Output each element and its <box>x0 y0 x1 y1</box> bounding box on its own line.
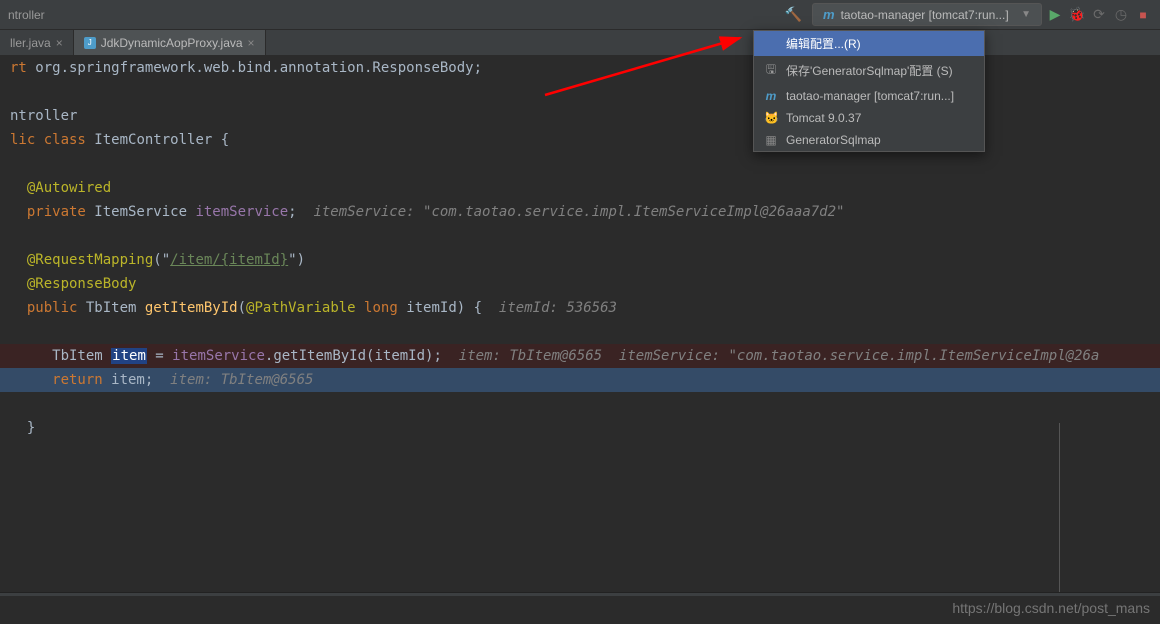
debug-icon[interactable]: 🐞 <box>1068 6 1086 23</box>
editor-tabs: ller.java × J JdkDynamicAopProxy.java × <box>0 30 1160 56</box>
maven-icon: m <box>764 89 778 103</box>
chevron-down-icon: ▼ <box>1021 9 1031 20</box>
tomcat-icon: 🐱 <box>764 111 778 125</box>
coverage-icon[interactable]: ⟳ <box>1090 6 1108 23</box>
watermark: https://blog.csdn.net/post_mans <box>952 600 1150 616</box>
java-icon: J <box>84 37 96 49</box>
menu-save-config[interactable]: 🖫 保存'GeneratorSqlmap'配置 (S) <box>754 56 984 85</box>
breadcrumb: ntroller <box>8 8 45 22</box>
menu-tomcat[interactable]: 🐱 Tomcat 9.0.37 <box>754 107 984 129</box>
run-config-dropdown[interactable]: m taotao-manager [tomcat7:run...] ▼ <box>812 3 1042 26</box>
close-icon[interactable]: × <box>56 36 63 50</box>
profile-icon[interactable]: ◷ <box>1112 6 1130 23</box>
build-icon[interactable]: 🔨 <box>785 6 802 23</box>
menu-taotao-manager[interactable]: m taotao-manager [tomcat7:run...] <box>754 85 984 107</box>
run-config-menu: 编辑配置...(R) 🖫 保存'GeneratorSqlmap'配置 (S) m… <box>753 30 985 152</box>
tab-jdkproxy[interactable]: J JdkDynamicAopProxy.java × <box>74 30 266 55</box>
code-editor[interactable]: rt org.springframework.web.bind.annotati… <box>0 56 1160 592</box>
stop-icon[interactable]: ■ <box>1134 8 1152 22</box>
save-icon: 🖫 <box>764 60 778 81</box>
run-icon[interactable]: ▶ <box>1046 6 1064 23</box>
toolbar-actions: 🔨 m taotao-manager [tomcat7:run...] ▼ ▶ … <box>785 3 1152 26</box>
run-config-label: taotao-manager [tomcat7:run...] <box>841 8 1009 22</box>
tab-controller[interactable]: ller.java × <box>0 30 74 55</box>
close-icon[interactable]: × <box>248 36 255 50</box>
app-icon: ▦ <box>764 133 778 147</box>
column-guide <box>1059 423 1060 592</box>
maven-icon: m <box>823 7 835 22</box>
main-toolbar: ntroller 🔨 m taotao-manager [tomcat7:run… <box>0 0 1160 30</box>
status-bar <box>0 592 1160 596</box>
menu-edit-config[interactable]: 编辑配置...(R) <box>754 31 984 56</box>
menu-generator[interactable]: ▦ GeneratorSqlmap <box>754 129 984 151</box>
